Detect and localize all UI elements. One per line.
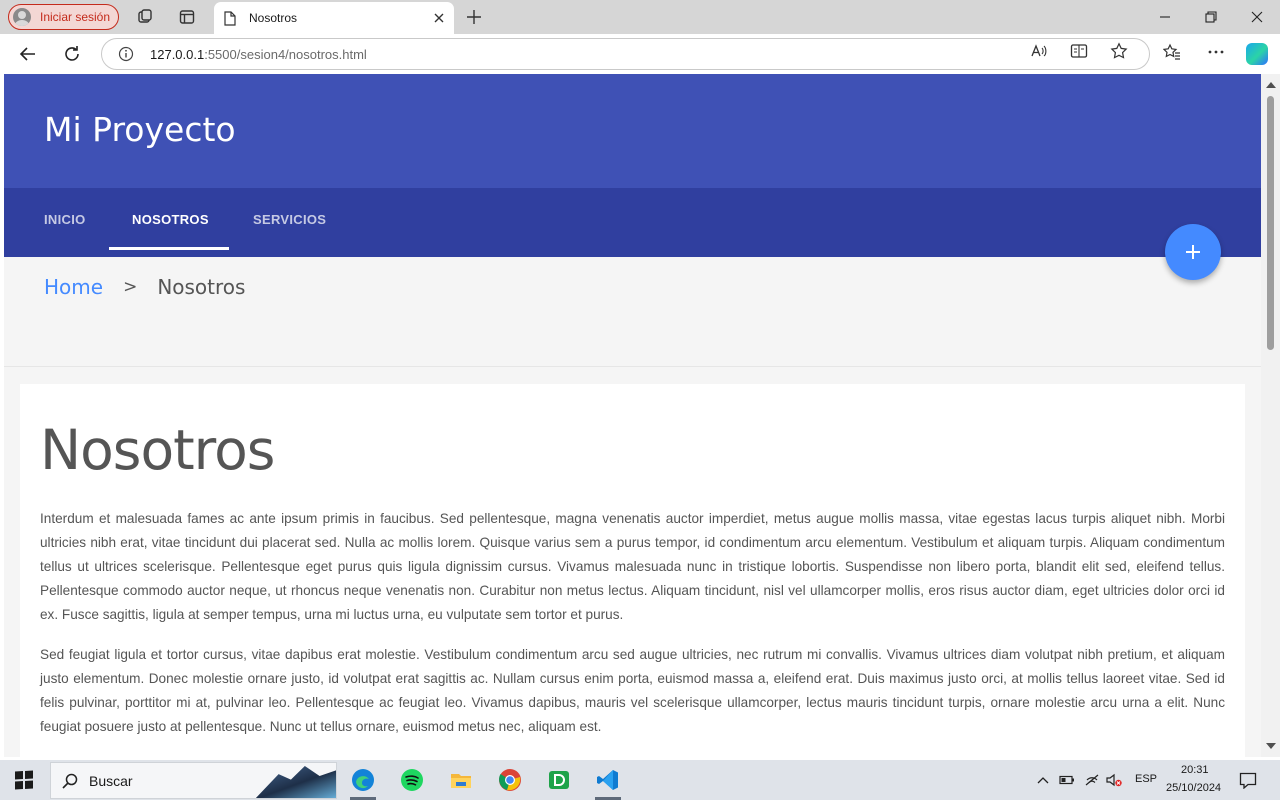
nav-item-nosotros[interactable]: NOSOTROS xyxy=(132,212,209,227)
refresh-icon[interactable] xyxy=(62,44,82,64)
url-path: :5500/sesion4/nosotros.html xyxy=(204,46,367,62)
profile-button[interactable]: Iniciar sesión xyxy=(8,4,119,30)
notifications-icon[interactable] xyxy=(1239,772,1257,789)
file-explorer-icon[interactable] xyxy=(449,768,473,792)
paragraph: Interdum et malesuada fames ac ante ipsu… xyxy=(40,511,1225,622)
more-options-icon[interactable] xyxy=(1207,43,1225,61)
page-viewport: Mi Proyecto INICIO NOSOTROS SERVICIOS Ho… xyxy=(4,74,1261,757)
url-host: 127.0.0.1 xyxy=(150,46,205,62)
add-fab-button[interactable] xyxy=(1165,224,1221,280)
content-card: Nosotros Interdum et malesuada fames ac … xyxy=(20,384,1245,757)
divider xyxy=(4,366,1261,367)
close-window-icon[interactable] xyxy=(1248,8,1266,26)
spotify-icon[interactable] xyxy=(400,768,424,792)
minimize-icon[interactable] xyxy=(1156,8,1174,26)
scroll-thumb[interactable] xyxy=(1267,96,1274,350)
read-aloud-icon[interactable] xyxy=(1030,42,1048,60)
page-icon xyxy=(224,10,236,26)
nav-item-servicios[interactable]: SERVICIOS xyxy=(253,212,326,227)
clock-date[interactable]: 25/10/2024 xyxy=(1166,782,1221,794)
active-tab-indicator xyxy=(109,247,229,250)
search-placeholder: Buscar xyxy=(89,772,133,789)
volume-muted-icon[interactable] xyxy=(1106,773,1122,787)
browser-toolbar: 127.0.0.1:5500/sesion4/nosotros.html xyxy=(0,34,1280,74)
clock-time[interactable]: 20:31 xyxy=(1181,764,1209,776)
chrome-icon[interactable] xyxy=(498,768,522,792)
page-scrollbar[interactable] xyxy=(1261,74,1280,757)
new-tab-icon[interactable] xyxy=(466,9,482,25)
taskbar-search[interactable]: Buscar xyxy=(50,762,337,799)
close-tab-icon[interactable] xyxy=(432,11,446,25)
address-bar[interactable]: 127.0.0.1:5500/sesion4/nosotros.html xyxy=(101,38,1150,70)
nav-item-inicio[interactable]: INICIO xyxy=(44,212,86,227)
search-highlight-image xyxy=(254,765,336,798)
brand-title: Mi Proyecto xyxy=(44,110,236,149)
scroll-up-arrow-icon[interactable] xyxy=(1266,82,1276,88)
profile-label: Iniciar sesión xyxy=(40,10,111,24)
breadcrumb-home-link[interactable]: Home xyxy=(44,275,103,299)
wifi-icon[interactable] xyxy=(1084,773,1100,787)
site-info-icon[interactable] xyxy=(118,46,134,62)
vscode-icon[interactable] xyxy=(596,768,620,792)
windows-start-icon[interactable] xyxy=(15,770,33,790)
back-icon[interactable] xyxy=(18,44,38,64)
scroll-down-arrow-icon[interactable] xyxy=(1266,743,1276,749)
windows-taskbar: Buscar ESP 20:31 25/10/2024 xyxy=(0,760,1280,800)
site-header: Mi Proyecto xyxy=(4,74,1261,188)
language-indicator[interactable]: ESP xyxy=(1135,773,1157,785)
tab-actions-icon[interactable] xyxy=(179,9,195,25)
edge-icon[interactable] xyxy=(351,768,375,792)
breadcrumb: Home > Nosotros xyxy=(44,275,245,299)
breadcrumb-current: Nosotros xyxy=(157,275,246,299)
copilot-icon[interactable] xyxy=(1246,43,1268,65)
immersive-reader-icon[interactable] xyxy=(1070,42,1088,60)
favorite-star-icon[interactable] xyxy=(1110,42,1128,60)
breadcrumb-separator: > xyxy=(123,277,138,297)
tab-title: Nosotros xyxy=(249,11,298,25)
favorites-icon[interactable] xyxy=(1163,43,1181,61)
browser-tab-strip: Iniciar sesión Nosotros xyxy=(0,0,1280,34)
paragraph: Sed feugiat ligula et tortor cursus, vit… xyxy=(40,647,1225,734)
dbeaver-icon[interactable] xyxy=(547,768,571,792)
workspaces-icon[interactable] xyxy=(137,9,153,25)
battery-icon[interactable] xyxy=(1059,773,1075,787)
restore-icon[interactable] xyxy=(1202,8,1220,26)
page-title: Nosotros xyxy=(40,418,275,482)
search-icon xyxy=(62,773,78,789)
avatar-icon xyxy=(13,8,31,26)
tab-nosotros[interactable]: Nosotros xyxy=(214,2,454,34)
chevron-up-icon[interactable] xyxy=(1035,773,1051,787)
